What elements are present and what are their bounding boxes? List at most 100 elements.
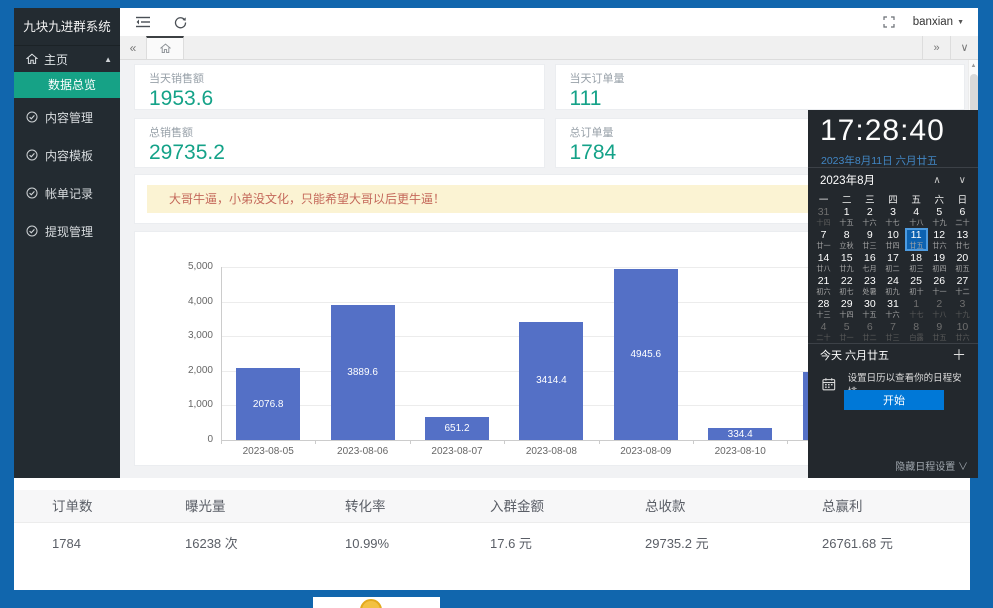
- day-number: 19: [933, 253, 945, 264]
- stat-card-2: 总销售额29735.2: [134, 118, 545, 168]
- sidebar-item-data-overview[interactable]: 数据总览: [14, 72, 120, 98]
- calendar-day[interactable]: 4十八: [905, 205, 928, 228]
- day-lunar-label: 二十: [955, 219, 969, 226]
- start-button[interactable]: 开始: [844, 390, 944, 410]
- calendar-day[interactable]: 23处暑: [858, 274, 881, 297]
- calendar-day-selected[interactable]: 11廿五: [905, 228, 928, 251]
- sidebar-item-label: 帐单记录: [45, 185, 93, 202]
- fullscreen-icon[interactable]: [883, 16, 895, 28]
- tabs-dropdown-icon[interactable]: ∨: [950, 36, 978, 59]
- calendar-day[interactable]: 12廿六: [928, 228, 951, 251]
- clock-calendar-flyout: 17:28:40 2023年8月11日 六月廿五 2023年8月 ∧ ∨ 一二三…: [808, 110, 978, 478]
- calendar-day[interactable]: 8立秋: [835, 228, 858, 251]
- calendar-day[interactable]: 15廿九: [835, 251, 858, 274]
- add-event-icon[interactable]: ＋: [952, 348, 966, 362]
- app-title: 九块九进群系统: [14, 8, 120, 46]
- calendar-day[interactable]: 30十五: [858, 297, 881, 320]
- hide-agenda-link[interactable]: 隐藏日程设置 ∨: [895, 458, 968, 473]
- calendar-day[interactable]: 22初七: [835, 274, 858, 297]
- calendar-day[interactable]: 6二十: [951, 205, 974, 228]
- calendar-day[interactable]: 1十五: [835, 205, 858, 228]
- chart-bar-2023-08-06[interactable]: 3889.6: [331, 305, 395, 440]
- calendar-day[interactable]: 13廿七: [951, 228, 974, 251]
- chart-bar-2023-08-05[interactable]: 2076.8: [236, 368, 300, 440]
- calendar-day[interactable]: 3十九: [951, 297, 974, 320]
- x-axis-tick: [599, 440, 600, 444]
- calendar-day[interactable]: 9廿五: [928, 320, 951, 343]
- calendar-day[interactable]: 31十六: [881, 297, 904, 320]
- calendar-day[interactable]: 21初六: [812, 274, 835, 297]
- tab-home[interactable]: [146, 36, 184, 59]
- sidebar-item-label: 内容管理: [45, 109, 93, 126]
- sidebar-item-2[interactable]: 帐单记录: [14, 174, 120, 212]
- calendar-day[interactable]: 2十六: [858, 205, 881, 228]
- calendar-day[interactable]: 8白露: [905, 320, 928, 343]
- day-number: 7: [821, 230, 827, 241]
- calendar-day[interactable]: 14廿八: [812, 251, 835, 274]
- weekday-label: 五: [905, 192, 928, 206]
- calendar-day[interactable]: 16七月: [858, 251, 881, 274]
- tabs-scroll-right-icon[interactable]: »: [922, 36, 950, 59]
- day-number: 18: [910, 253, 922, 264]
- weekday-label: 日: [951, 192, 974, 206]
- chart-bar-2023-08-09[interactable]: 4945.6: [614, 269, 678, 440]
- y-axis-tick-label: 1,000: [143, 399, 213, 410]
- day-number: 3: [959, 299, 965, 310]
- calendar-days-grid: 31十四1十五2十六3十七4十八5十九6二十7廿一8立秋9廿三10廿四11廿五1…: [812, 205, 974, 343]
- weekday-label: 六: [928, 192, 951, 206]
- calendar-day[interactable]: 10廿六: [951, 320, 974, 343]
- chart-bar-2023-08-10[interactable]: 334.4: [708, 428, 772, 440]
- bar-value-label: 2076.8: [253, 399, 284, 410]
- calendar-day[interactable]: 29十四: [835, 297, 858, 320]
- sidebar-item-1[interactable]: 内容模板: [14, 136, 120, 174]
- calendar-prev-month-icon[interactable]: ∧: [933, 175, 940, 186]
- calendar-day[interactable]: 27十二: [951, 274, 974, 297]
- calendar-day[interactable]: 1十七: [905, 297, 928, 320]
- calendar-day[interactable]: 19初四: [928, 251, 951, 274]
- calendar-month-label[interactable]: 2023年8月: [820, 172, 915, 188]
- calendar-day[interactable]: 5廿一: [835, 320, 858, 343]
- scrollbar-up-arrow[interactable]: ▲: [969, 60, 978, 72]
- check-circle-icon: [26, 111, 38, 123]
- calendar-day[interactable]: 5十九: [928, 205, 951, 228]
- chart-bar-2023-08-08[interactable]: 3414.4: [519, 322, 583, 440]
- calendar-day[interactable]: 26十一: [928, 274, 951, 297]
- clock-time: 17:28:40: [820, 114, 945, 148]
- stat-value: 29735.2: [149, 141, 530, 165]
- calendar-day[interactable]: 7廿一: [812, 228, 835, 251]
- sidebar-item-0[interactable]: 内容管理: [14, 98, 120, 136]
- sidebar-item-label: 内容模板: [45, 147, 93, 164]
- sidebar-item-home[interactable]: 主页 ▲: [14, 46, 120, 72]
- calendar-day[interactable]: 28十三: [812, 297, 835, 320]
- day-number: 6: [959, 207, 965, 218]
- x-axis-category-label: 2023-08-05: [221, 446, 315, 457]
- user-name: banxian: [913, 16, 953, 28]
- menu-fold-icon[interactable]: [136, 16, 150, 28]
- calendar-day[interactable]: 3十七: [881, 205, 904, 228]
- calendar-day[interactable]: 6廿二: [858, 320, 881, 343]
- day-lunar-label: 十六: [886, 311, 900, 318]
- refresh-icon[interactable]: [174, 16, 187, 29]
- calendar-day[interactable]: 7廿三: [881, 320, 904, 343]
- chart-bar-2023-08-07[interactable]: 651.2: [425, 417, 489, 440]
- calendar-day[interactable]: 25初十: [905, 274, 928, 297]
- clock-date[interactable]: 2023年8月11日 六月廿五: [821, 153, 938, 168]
- calendar-day[interactable]: 4二十: [812, 320, 835, 343]
- calendar-day[interactable]: 31十四: [812, 205, 835, 228]
- tabs-scroll-left-icon[interactable]: «: [120, 36, 146, 59]
- calendar-day[interactable]: 2十八: [928, 297, 951, 320]
- summary-value-cell: 10.99%: [345, 523, 490, 565]
- calendar-next-month-icon[interactable]: ∨: [959, 175, 966, 186]
- day-lunar-label: 十九: [955, 311, 969, 318]
- day-lunar-label: 初三: [909, 265, 923, 272]
- calendar-day[interactable]: 24初九: [881, 274, 904, 297]
- calendar-day[interactable]: 18初三: [905, 251, 928, 274]
- day-lunar-label: 白露: [909, 334, 923, 341]
- calendar-day[interactable]: 17初二: [881, 251, 904, 274]
- calendar-day[interactable]: 10廿四: [881, 228, 904, 251]
- calendar-day[interactable]: 20初五: [951, 251, 974, 274]
- day-number: 20: [957, 253, 969, 264]
- sidebar-item-3[interactable]: 提现管理: [14, 212, 120, 250]
- user-dropdown[interactable]: banxian ▼: [913, 16, 964, 28]
- calendar-day[interactable]: 9廿三: [858, 228, 881, 251]
